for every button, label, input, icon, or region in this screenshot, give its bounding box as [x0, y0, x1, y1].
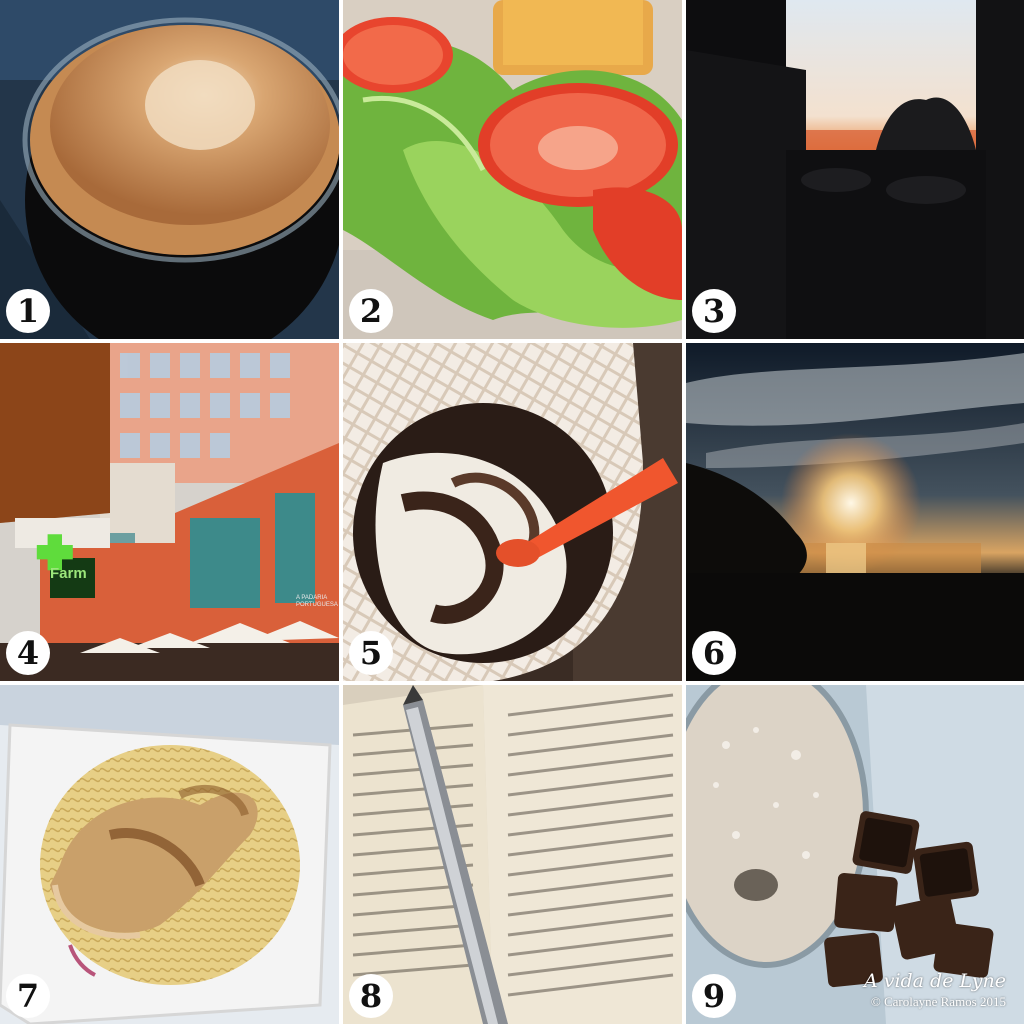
- photo-book-pen: 8: [343, 685, 682, 1024]
- photo-number-badge: 1: [6, 289, 50, 333]
- photo-sandwich: 2: [343, 0, 682, 339]
- photo-collage: 1 2 3 Farm A PADARIA PORTUGUESA 4 5 6 7 …: [0, 0, 1024, 1024]
- signature-script: A vida de Lyne: [863, 970, 1006, 992]
- photo-number-badge: 8: [349, 974, 393, 1018]
- photo-sunset-silhouette: 3: [686, 0, 1024, 339]
- photo-pasta-chicken: 7: [0, 685, 339, 1024]
- photo-number-badge: 4: [6, 631, 50, 675]
- photo-ice-cream: 5: [343, 343, 682, 681]
- shop-sign: A PADARIA PORTUGUESA: [296, 595, 338, 608]
- photo-number-badge: 6: [692, 631, 736, 675]
- photographer-signature: A vida de Lyne © Carolayne Ramos 2015: [864, 970, 1006, 1010]
- pharmacy-sign: Farm: [50, 565, 87, 582]
- photo-number-badge: 9: [692, 974, 736, 1018]
- photo-number-badge: 7: [6, 974, 50, 1018]
- signature-copyright: © Carolayne Ramos 2015: [870, 994, 1006, 1009]
- photo-milkshake-biscuits: 9 A vida de Lyne © Carolayne Ramos 2015: [686, 685, 1024, 1024]
- photo-number-badge: 2: [349, 289, 393, 333]
- photo-sunset-lake: 6: [686, 343, 1024, 681]
- photo-number-badge: 5: [349, 631, 393, 675]
- photo-number-badge: 3: [692, 289, 736, 333]
- photo-building: Farm A PADARIA PORTUGUESA 4: [0, 343, 339, 681]
- photo-coffee: 1: [0, 0, 339, 339]
